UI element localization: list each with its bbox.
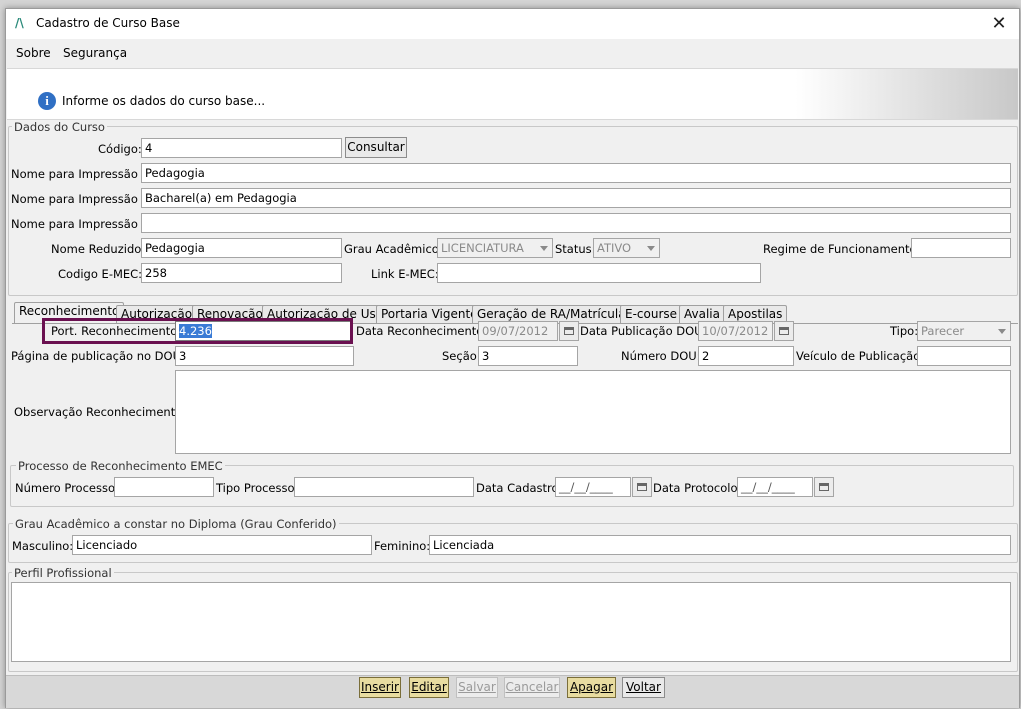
nome-reduzido-label: Nome Reduzido: [51,242,146,256]
link-emec-field[interactable] [437,263,761,283]
data-reconhecimento-field[interactable]: 09/07/2012 [478,321,558,341]
observacao-label: Observação Reconhecimento: [14,405,187,419]
tipo-label: Tipo: [890,324,919,338]
nome3-field[interactable] [141,213,1011,233]
data-cadastro-field[interactable]: __/__/____ [555,477,631,497]
calendar-icon[interactable] [814,477,834,497]
nome2-label: Nome para Impressão 2: [11,192,153,206]
emec-label: Codigo E-MEC: [58,267,143,281]
observacao-textarea[interactable] [175,370,1011,454]
salvar-button[interactable]: Salvar [456,677,498,698]
feminino-label: Feminino: [374,539,431,553]
chevron-down-icon [647,246,655,251]
nome3-label: Nome para Impressão 3: [11,217,153,231]
feminino-field[interactable]: Licenciada [429,535,1011,555]
link-emec-label: Link E-MEC: [371,267,439,281]
tipo-processo-label: Tipo Processo: [216,481,299,495]
veiculo-field[interactable] [917,346,1011,366]
calendar-icon[interactable] [774,321,794,341]
data-publicacao-field[interactable]: 10/07/2012 [698,321,773,341]
apagar-button[interactable]: Apagar [567,677,616,698]
regime-field[interactable] [911,238,1011,258]
data-cadastro-label: Data Cadastro: [476,481,563,495]
pagina-field[interactable]: 3 [175,346,354,366]
title-bar: /\ Cadastro de Curso Base ✕ [6,9,1019,39]
numero-dou-field[interactable]: 2 [698,346,794,366]
dialog-window: /\ Cadastro de Curso Base ✕ Sobre Segura… [5,8,1020,708]
nome2-field[interactable]: Bacharel(a) em Pedagogia [141,188,1011,208]
status-value: ATIVO [597,241,632,255]
info-banner: i Informe os dados do curso base... [7,68,1018,120]
status-label: Status: [555,242,596,256]
data-protocolo-label: Data Protocolo: [653,481,742,495]
perfil-title: Perfil Profissional [12,566,114,580]
calendar-icon[interactable] [559,321,579,341]
nome-reduzido-field[interactable]: Pedagogia [141,238,342,258]
close-icon[interactable]: ✕ [987,12,1011,36]
codigo-field[interactable]: 4 [141,138,342,158]
info-text: Informe os dados do curso base... [62,94,266,108]
grau-academico-select[interactable]: LICENCIATURA [437,238,553,258]
tipo-select[interactable]: Parecer [917,321,1011,341]
masculino-field[interactable]: Licenciado [72,535,372,555]
secao-label: Seção: [442,349,481,363]
app-logo-icon: /\ [15,16,24,30]
secao-field[interactable]: 3 [478,346,578,366]
cancelar-button[interactable]: Cancelar [504,677,560,698]
codigo-label: Código: [98,142,142,156]
button-bar: Inserir Editar Salvar Cancelar Apagar Vo… [6,675,1019,708]
tipo-value: Parecer [921,324,965,338]
grau-academico-value: LICENCIATURA [441,241,524,255]
nome1-label: Nome para Impressão 1: [11,167,153,181]
processo-title: Processo de Reconhecimento EMEC [16,459,225,473]
regime-label: Regime de Funcionamento: [763,242,921,256]
menu-seguranca[interactable]: Segurança [63,46,127,60]
nome1-field[interactable]: Pedagogia [141,163,1011,183]
chevron-down-icon [540,246,548,251]
data-publicacao-label: Data Publicação DOU: [580,324,707,338]
grau-academico-label: Grau Acadêmico: [344,242,443,256]
data-reconhecimento-label: Data Reconhecimento: [356,324,488,338]
menu-sobre[interactable]: Sobre [16,46,51,60]
chevron-down-icon [998,329,1006,334]
tab-portaria-vigente[interactable]: Portaria Vigente [376,305,483,323]
data-protocolo-field[interactable]: __/__/____ [737,477,813,497]
emec-field[interactable]: 258 [141,263,342,283]
dados-curso-title: Dados do Curso [12,120,107,134]
veiculo-label: Veículo de Publicação: [796,349,925,363]
info-icon: i [38,92,56,110]
numero-processo-label: Número Processo: [15,481,119,495]
numero-processo-field[interactable] [114,477,214,497]
calendar-icon[interactable] [632,477,652,497]
tab-e-course[interactable]: E-course [620,305,683,323]
editar-button[interactable]: Editar [409,677,449,698]
grau-diploma-title: Grau Acadêmico a constar no Diploma (Gra… [13,517,339,531]
status-select[interactable]: ATIVO [593,238,660,258]
inserir-button[interactable]: Inserir [359,677,401,698]
tipo-processo-field[interactable] [294,477,474,497]
perfil-textarea[interactable] [11,582,1011,662]
focus-highlight [42,318,353,344]
consultar-button[interactable]: Consultar [345,137,407,158]
pagina-label: Página de publicação no DOU: [11,349,185,363]
window-title: Cadastro de Curso Base [36,16,180,30]
numero-dou-label: Número DOU: [621,349,701,363]
masculino-label: Masculino: [12,539,74,553]
voltar-button[interactable]: Voltar [622,677,665,698]
menu-bar: Sobre Segurança [6,41,1019,65]
